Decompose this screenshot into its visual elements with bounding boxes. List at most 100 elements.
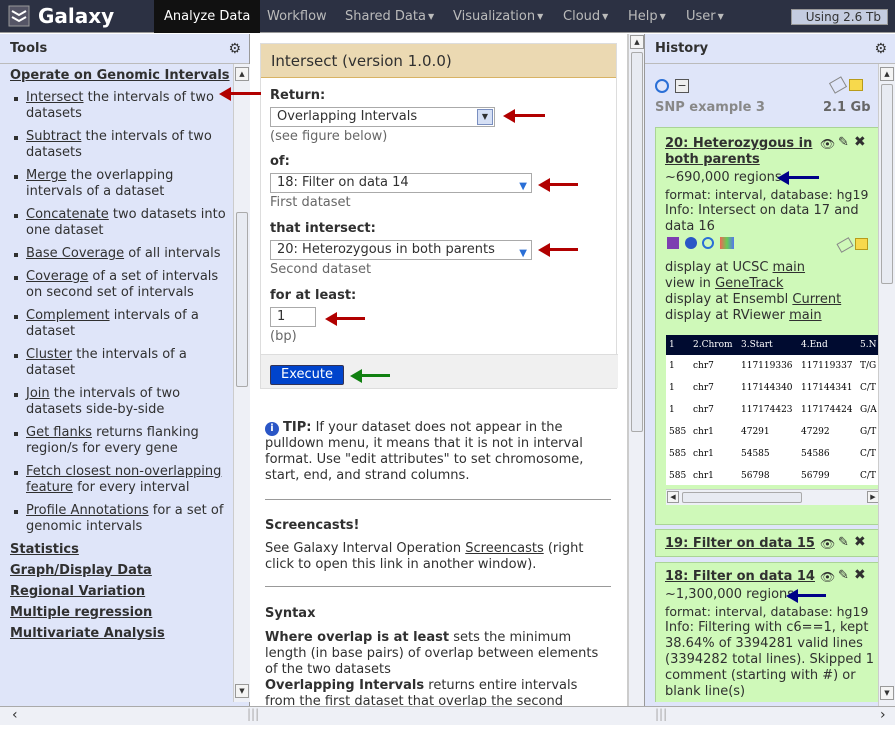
scroll-down-icon[interactable]: ▼: [880, 686, 894, 700]
tool-link[interactable]: Subtract: [26, 129, 81, 144]
peek-row: 1 chr7 117144340 117144341 C/T: [666, 377, 880, 399]
caret-down-icon: ▼: [537, 12, 544, 21]
delete-icon[interactable]: ✖: [854, 567, 866, 583]
collapse-icon[interactable]: −: [675, 79, 689, 93]
caret-down-icon[interactable]: ▼: [519, 245, 527, 263]
tool-section[interactable]: Multiple regression: [10, 606, 233, 619]
scroll-thumb[interactable]: [881, 84, 893, 284]
ucsc-main-link[interactable]: main: [773, 260, 805, 275]
tool-link[interactable]: Get flanks: [26, 425, 92, 440]
dataset-info: Info: Intersect on data 17 and data 16: [665, 203, 859, 234]
tool-link[interactable]: Base Coverage: [26, 246, 124, 261]
tool-panel-title: Tools: [10, 41, 48, 56]
nav-cloud[interactable]: Cloud ▼: [563, 0, 608, 33]
tool-panel-scrollbar[interactable]: ▲ ▼: [233, 64, 250, 702]
tag-icon[interactable]: [828, 76, 848, 94]
divider: [265, 586, 611, 587]
refresh-icon[interactable]: [655, 79, 669, 93]
scroll-up-icon[interactable]: ▲: [880, 67, 894, 81]
annotation-arrow-red: [538, 178, 578, 192]
galaxy-logo-icon: [8, 5, 30, 27]
ensembl-current-link[interactable]: Current: [792, 292, 841, 307]
tool-item: Base Coverage of all intervals: [10, 246, 233, 262]
peek-cell: chr1: [693, 427, 714, 437]
scroll-thumb[interactable]: [682, 492, 802, 503]
tool-link[interactable]: Merge: [26, 168, 67, 183]
eye-icon[interactable]: 👁: [820, 570, 835, 584]
genetrack-link[interactable]: GeneTrack: [715, 276, 783, 291]
tool-form: Intersect (version 1.0.0) Return: Overla…: [260, 43, 618, 389]
collapse-left-icon[interactable]: ‹: [12, 707, 18, 723]
annotation-icon[interactable]: [855, 238, 868, 250]
pencil-icon[interactable]: ✎: [838, 135, 849, 150]
history-scrollbar[interactable]: ▲ ▼: [878, 64, 895, 706]
dataset-title[interactable]: 20: Heterozygous in both parents: [665, 136, 815, 168]
gear-icon[interactable]: ⚙: [228, 34, 241, 64]
tool-link[interactable]: Coverage: [26, 269, 88, 284]
nav-help[interactable]: Help ▼: [628, 0, 666, 33]
caret-down-icon[interactable]: ▼: [519, 178, 527, 196]
return-hint: (see figure below): [270, 129, 388, 144]
delete-icon[interactable]: ✖: [854, 134, 866, 150]
center-scrollbar[interactable]: ▲ ▼: [628, 34, 645, 724]
scroll-up-icon[interactable]: ▲: [235, 67, 249, 81]
annotation-icon[interactable]: [849, 79, 863, 91]
peek-cell: 1: [669, 361, 675, 371]
tool-link[interactable]: Profile Annotations: [26, 503, 149, 518]
atleast-input[interactable]: 1: [270, 307, 316, 327]
tool-section[interactable]: Statistics: [10, 543, 233, 556]
tool-link[interactable]: Complement: [26, 308, 110, 323]
tool-section[interactable]: Regional Variation: [10, 585, 233, 598]
brand[interactable]: Galaxy: [8, 4, 114, 28]
section-title[interactable]: Operate on Genomic Intervals: [10, 68, 233, 83]
divider-grip[interactable]: |||: [655, 707, 667, 721]
pencil-icon[interactable]: ✎: [838, 535, 849, 550]
tool-link[interactable]: Join: [26, 386, 50, 401]
eye-icon[interactable]: 👁: [820, 537, 835, 551]
execute-button[interactable]: Execute: [270, 365, 344, 385]
visualize-icon[interactable]: [720, 237, 734, 249]
tool-list: Operate on Genomic Intervals Intersect t…: [0, 64, 233, 732]
dataset-title[interactable]: 19: Filter on data 15: [665, 536, 815, 551]
tool-link[interactable]: Concatenate: [26, 207, 109, 222]
intersect-select[interactable]: 20: Heterozygous in both parents ▼: [270, 240, 532, 260]
peek-cell: 585: [669, 471, 687, 481]
scroll-down-icon[interactable]: ▼: [235, 684, 249, 698]
dataset-title[interactable]: 18: Filter on data 14: [665, 569, 815, 584]
nav-user[interactable]: User ▼: [686, 0, 724, 33]
return-select[interactable]: Overlapping Intervals ▼: [270, 107, 495, 127]
scroll-thumb[interactable]: [631, 52, 643, 432]
tag-icon[interactable]: [836, 237, 854, 253]
peek-scrollbar[interactable]: ◀ ▶: [666, 489, 880, 505]
gear-icon[interactable]: ⚙: [874, 34, 887, 64]
peek-cell: 47291: [741, 427, 770, 437]
tool-section[interactable]: Multivariate Analysis: [10, 627, 233, 640]
delete-icon[interactable]: ✖: [854, 534, 866, 550]
quota-meter: Using 2.6 Tb: [791, 9, 888, 25]
nav-shared-data[interactable]: Shared Data ▼: [345, 0, 434, 33]
tool-link[interactable]: Intersect: [26, 90, 84, 105]
tool-section[interactable]: Graph/Display Data: [10, 564, 233, 577]
tool-link[interactable]: Cluster: [26, 347, 72, 362]
collapse-right-icon[interactable]: ›: [880, 707, 886, 723]
screencasts-link[interactable]: Screencasts: [465, 541, 543, 556]
history-title: History: [655, 41, 709, 56]
chevron-down-icon[interactable]: ▼: [477, 109, 493, 125]
divider-grip[interactable]: |||: [247, 707, 259, 721]
rviewer-main-link[interactable]: main: [789, 308, 821, 323]
scroll-left-icon[interactable]: ◀: [667, 491, 679, 503]
nav-workflow[interactable]: Workflow: [267, 0, 327, 33]
rerun-icon[interactable]: [702, 237, 714, 249]
history-name[interactable]: SNP example 3: [655, 100, 765, 115]
atleast-label: for at least:: [270, 288, 357, 303]
eye-icon[interactable]: 👁: [820, 137, 835, 151]
scroll-thumb[interactable]: [236, 212, 248, 387]
nav-analyze-data[interactable]: Analyze Data: [154, 0, 261, 33]
pencil-icon[interactable]: ✎: [838, 568, 849, 583]
nav-visualization[interactable]: Visualization ▼: [453, 0, 543, 33]
scroll-up-icon[interactable]: ▲: [630, 35, 644, 49]
save-icon[interactable]: [667, 237, 679, 249]
of-select[interactable]: 18: Filter on data 14 ▼: [270, 173, 532, 193]
info-icon[interactable]: [685, 237, 697, 249]
divider: [265, 499, 611, 500]
